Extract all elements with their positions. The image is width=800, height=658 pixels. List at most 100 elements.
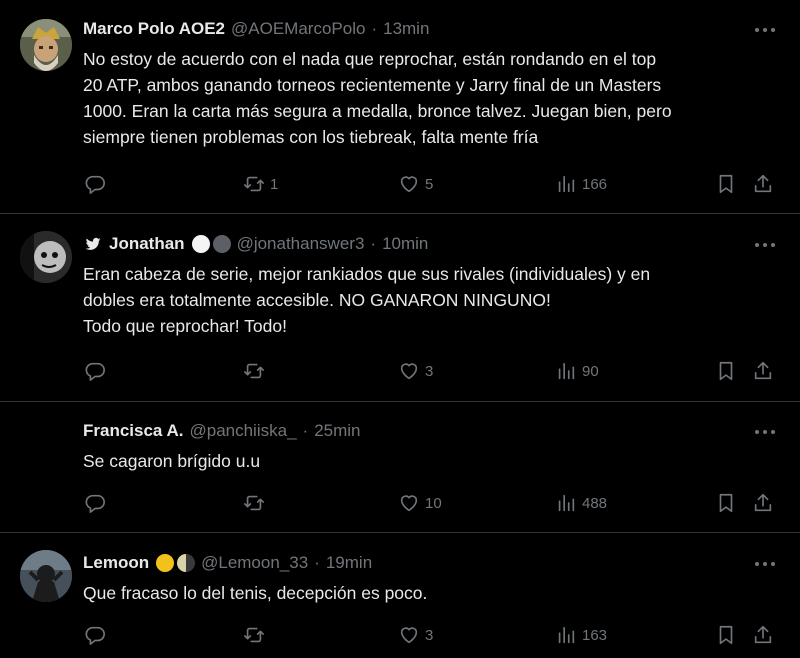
- avatar[interactable]: [20, 550, 72, 602]
- action-bar: 3 163: [0, 622, 800, 648]
- timestamp[interactable]: 10min: [382, 234, 428, 254]
- tweet[interactable]: Lemoon @Lemoon_33 · 19min Que fracaso lo…: [0, 533, 800, 658]
- bookmark-button[interactable]: [715, 358, 737, 384]
- reply-button[interactable]: [84, 171, 106, 197]
- repost-button[interactable]: [243, 490, 270, 516]
- tweet-text-line: Todo que reprochar! Todo!: [83, 316, 287, 336]
- tweet[interactable]: Jonathan @jonathanswer3 · 10min Eran cab…: [0, 214, 800, 401]
- tweet-header: Marco Polo AOE2 @AOEMarcoPolo · 13min: [83, 16, 730, 42]
- timestamp[interactable]: 19min: [326, 553, 372, 573]
- reply-button[interactable]: [84, 622, 106, 648]
- timestamp[interactable]: 13min: [383, 19, 429, 39]
- moon-emoji: [177, 554, 196, 572]
- more-icon[interactable]: [752, 554, 778, 574]
- tweet-text: Que fracaso lo del tenis, decepción es p…: [83, 580, 770, 606]
- like-button[interactable]: 5: [398, 171, 433, 197]
- reply-icon: [85, 494, 105, 513]
- tweet-text: No estoy de acuerdo con el nada que repr…: [83, 46, 770, 150]
- tweet-text-line: Se cagaron brígido u.u: [83, 451, 261, 471]
- tweet-text: Eran cabeza de serie, mejor rankiados qu…: [83, 261, 770, 339]
- repost-button[interactable]: [243, 622, 270, 648]
- views-button[interactable]: 163: [555, 622, 607, 648]
- views-icon: [558, 362, 575, 380]
- tweet-text-line: dobles era totalmente accesible. NO GANA…: [83, 290, 551, 310]
- dark-circle-emoji: [212, 235, 231, 253]
- avatar-image: [20, 19, 72, 71]
- share-button[interactable]: [752, 358, 774, 384]
- more-icon[interactable]: [752, 20, 778, 40]
- avatar[interactable]: [20, 231, 72, 283]
- repost-icon: [244, 363, 264, 379]
- view-count: 488: [582, 494, 608, 512]
- reply-button[interactable]: [84, 490, 106, 516]
- avatar-image: [20, 550, 72, 602]
- heart-icon: [400, 627, 418, 644]
- views-button[interactable]: 166: [555, 171, 607, 197]
- action-bar: 3 90: [0, 358, 800, 384]
- heart-icon: [400, 363, 418, 380]
- lemon-emoji: [156, 554, 175, 572]
- user-handle[interactable]: @jonathanswer3: [237, 234, 365, 254]
- bookmark-button[interactable]: [715, 622, 737, 648]
- avatar-image: [20, 231, 72, 283]
- tweet-text-line: 1000. Eran la carta más segura a medalla…: [83, 101, 672, 121]
- separator: ·: [371, 19, 378, 38]
- tweet[interactable]: Francisca A. @panchiiska_ · 25min Se cag…: [0, 402, 800, 532]
- bird-icon: [85, 237, 101, 250]
- display-name[interactable]: Jonathan: [109, 234, 185, 254]
- share-button[interactable]: [752, 171, 774, 197]
- tweet-text-line: Eran cabeza de serie, mejor rankiados qu…: [83, 264, 651, 284]
- bookmark-icon: [719, 493, 733, 513]
- tweet-header: Lemoon @Lemoon_33 · 19min: [83, 550, 730, 576]
- user-handle[interactable]: @panchiiska_: [189, 421, 296, 441]
- views-button[interactable]: 488: [555, 490, 607, 516]
- tweet-text: Se cagaron brígido u.u: [83, 448, 770, 474]
- bookmark-button[interactable]: [715, 171, 737, 197]
- reply-icon: [85, 175, 105, 194]
- bookmark-icon: [719, 625, 733, 645]
- like-button[interactable]: 3: [398, 358, 433, 384]
- reply-button[interactable]: [84, 358, 106, 384]
- like-count: 5: [425, 175, 434, 193]
- tweet[interactable]: Marco Polo AOE2 @AOEMarcoPolo · 13min No…: [0, 0, 800, 213]
- timestamp[interactable]: 25min: [314, 421, 360, 441]
- view-count: 90: [582, 362, 599, 380]
- user-handle[interactable]: @Lemoon_33: [201, 553, 308, 573]
- repost-button[interactable]: 1: [243, 171, 278, 197]
- heart-icon: [400, 495, 418, 512]
- more-icon[interactable]: [752, 422, 778, 442]
- reply-icon: [85, 626, 105, 645]
- share-icon: [754, 361, 772, 380]
- like-button[interactable]: 10: [398, 490, 442, 516]
- like-count: 10: [425, 494, 442, 512]
- like-button[interactable]: 3: [398, 622, 433, 648]
- repost-button[interactable]: [243, 358, 270, 384]
- like-count: 3: [425, 626, 434, 644]
- view-count: 166: [582, 175, 608, 193]
- user-handle[interactable]: @AOEMarcoPolo: [231, 19, 365, 39]
- repost-icon: [244, 627, 264, 643]
- tweet-text-line: siempre tienen problemas con los tiebrea…: [83, 127, 539, 147]
- views-icon: [558, 626, 575, 644]
- views-icon: [558, 175, 575, 193]
- bookmark-icon: [719, 174, 733, 194]
- share-button[interactable]: [752, 622, 774, 648]
- view-count: 163: [582, 626, 608, 644]
- reply-icon: [85, 362, 105, 381]
- views-button[interactable]: 90: [555, 358, 599, 384]
- display-name[interactable]: Lemoon: [83, 553, 149, 573]
- tweet-header: Francisca A. @panchiiska_ · 25min: [83, 418, 730, 444]
- repost-icon: [244, 495, 264, 511]
- display-name[interactable]: Marco Polo AOE2: [83, 19, 225, 39]
- tweet-header: Jonathan @jonathanswer3 · 10min: [83, 231, 730, 257]
- tweet-text-line: 20 ATP, ambos ganando torneos recienteme…: [83, 75, 662, 95]
- tweet-text-line: No estoy de acuerdo con el nada que repr…: [83, 49, 657, 69]
- more-icon[interactable]: [752, 235, 778, 255]
- views-icon: [558, 494, 575, 512]
- share-icon: [754, 174, 772, 193]
- share-button[interactable]: [752, 490, 774, 516]
- bookmark-button[interactable]: [715, 490, 737, 516]
- repost-count: 1: [270, 175, 279, 193]
- avatar[interactable]: [20, 19, 72, 71]
- display-name[interactable]: Francisca A.: [83, 421, 183, 441]
